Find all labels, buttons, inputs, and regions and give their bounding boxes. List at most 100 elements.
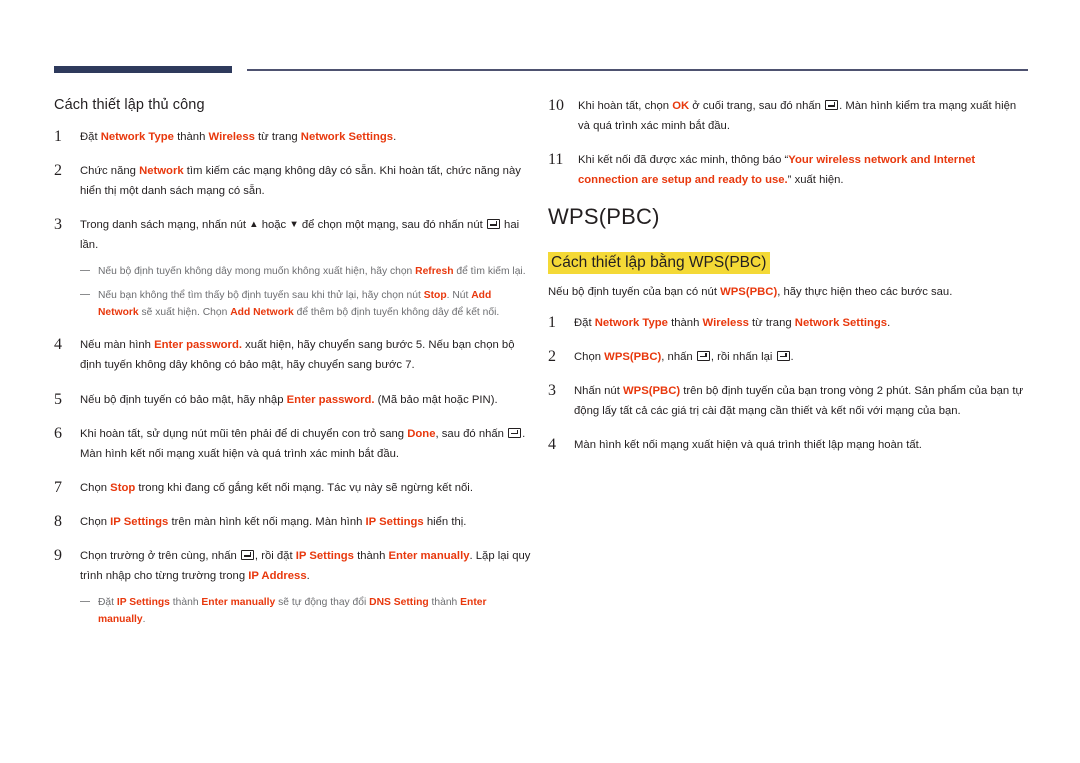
step-text: Chọn WPS(PBC), nhấn , rồi nhấn lại .: [574, 350, 794, 363]
step-number: 11: [548, 151, 564, 169]
note-list: Nếu bộ định tuyến không dây mong muốn kh…: [80, 264, 534, 321]
step-item: 10 Khi hoàn tất, chọn OK ở cuối trang, sa…: [548, 96, 1028, 136]
step-text: Khi hoàn tất, sử dụng nút mũi tên phải đ…: [80, 427, 526, 460]
keyword-text: Refresh: [415, 266, 454, 278]
highlighted-section-heading: Cách thiết lập bằng WPS(PBC): [548, 251, 771, 275]
left-step-list: 1 Đặt Network Type thành Wireless từ tran…: [54, 127, 534, 629]
keyword-text: WPS(PBC): [604, 350, 662, 363]
step-item: 4 Màn hình kết nối mạng xuất hiện và quá …: [548, 435, 1028, 455]
keyword-text: IP Settings: [116, 597, 170, 609]
highlight-heading-wrap: Cách thiết lập bằng WPS(PBC): [548, 251, 1028, 284]
keyword-text: IP Settings: [365, 515, 424, 528]
note-text: Đặt IP Settings thành Enter manually sẽ …: [98, 597, 487, 625]
step-number: 2: [548, 347, 556, 365]
step-text: Khi kết nối đã được xác minh, thông báo …: [578, 154, 976, 187]
step-item: 7 Chọn Stop trong khi đang cố gắng kết nố…: [54, 478, 534, 498]
note-item: Đặt IP Settings thành Enter manually sẽ …: [80, 595, 534, 628]
dash-bullet-icon: [80, 293, 90, 295]
keyword-text: Network: [139, 164, 184, 177]
keyword-text: Enter manually: [388, 549, 470, 562]
keyword-text: OK: [672, 100, 690, 112]
document-page: Cách thiết lập thủ công 1 Đặt Network Typ…: [0, 0, 1080, 763]
lead-paragraph: Nếu bộ định tuyến của bạn có nút WPS(PBC…: [548, 286, 953, 299]
enter-key-icon: [825, 100, 839, 110]
arrow-down-icon: ▼: [289, 219, 299, 231]
left-column: Cách thiết lập thủ công 1 Đặt Network Typ…: [54, 96, 534, 643]
step-item: 5 Nếu bộ định tuyến có bảo mật, hãy nhập …: [54, 390, 534, 410]
right-step-list: 1 Đặt Network Type thành Wireless từ tran…: [548, 313, 1028, 455]
enter-key-icon: [776, 350, 790, 361]
keyword-text: Enter password.: [154, 339, 242, 352]
step-text: Nếu bộ định tuyến có bảo mật, hãy nhập E…: [80, 393, 498, 406]
enter-key-icon: [508, 427, 522, 438]
note-text: Nếu bạn không thể tìm thấy bộ định tuyến…: [98, 289, 500, 318]
keyword-text: IP Settings: [110, 515, 169, 528]
header-rule-thick: [54, 66, 232, 73]
step-number: 3: [54, 216, 62, 234]
keyword-text: Done: [407, 427, 436, 440]
keyword-text: Network Settings: [794, 316, 888, 329]
step-item: 3 Trong danh sách mạng, nhấn nút ▲ hoặc ▼…: [54, 215, 534, 321]
step-number: 6: [54, 424, 62, 442]
step-number: 9: [54, 546, 62, 564]
step-text: Chức năng Network tìm kiếm các mạng khôn…: [80, 164, 521, 198]
step-number: 8: [54, 512, 62, 530]
keyword-text: Your wireless network and Internet conne…: [578, 154, 976, 187]
step-text: Đặt Network Type thành Wireless từ trang…: [574, 316, 891, 329]
keyword-text: Wireless: [702, 316, 749, 329]
header-rule-thin: [247, 69, 1028, 71]
keyword-text: Stop: [423, 289, 447, 301]
note-list: Đặt IP Settings thành Enter manually sẽ …: [80, 595, 534, 628]
left-section-heading: Cách thiết lập thủ công: [54, 97, 205, 113]
keyword-text: WPS(PBC): [623, 384, 681, 397]
right-column: 10 Khi hoàn tất, chọn OK ở cuối trang, sa…: [548, 96, 1028, 469]
step-item: 9 Chọn trường ở trên cùng, nhấn , rồi đặt…: [54, 546, 534, 629]
step-text: Đặt Network Type thành Wireless từ trang…: [80, 130, 397, 143]
note-text: Nếu bộ định tuyến không dây mong muốn kh…: [98, 266, 526, 278]
keyword-text: IP Address: [248, 570, 307, 583]
arrow-up-icon: ▲: [249, 219, 259, 231]
step-text: Trong danh sách mạng, nhấn nút ▲ hoặc ▼ …: [80, 219, 520, 252]
step-number: 5: [54, 390, 62, 408]
note-item: Nếu bạn không thể tìm thấy bộ định tuyến…: [80, 288, 534, 321]
keyword-text: IP Settings: [295, 549, 354, 562]
step-number: 4: [548, 435, 556, 453]
step-text: Màn hình kết nối mạng xuất hiện và quá t…: [574, 438, 922, 451]
page-title: WPS(PBC): [548, 204, 660, 230]
continued-step-list: 10 Khi hoàn tất, chọn OK ở cuối trang, sa…: [548, 96, 1028, 190]
step-number: 1: [54, 127, 62, 145]
keyword-text: Wireless: [208, 130, 255, 143]
keyword-text: WPS(PBC): [720, 286, 778, 299]
step-item: 2 Chọn WPS(PBC), nhấn , rồi nhấn lại .: [548, 347, 1028, 367]
step-item: 4 Nếu màn hình Enter password. xuất hiện,…: [54, 335, 534, 375]
enter-key-icon: [486, 219, 500, 230]
enter-key-icon: [240, 549, 254, 560]
step-text: Khi hoàn tất, chọn OK ở cuối trang, sau …: [578, 100, 1017, 133]
keyword-text: Network Type: [594, 316, 668, 329]
step-number: 7: [54, 478, 62, 496]
dash-bullet-icon: [80, 601, 90, 603]
keyword-text: Stop: [110, 481, 136, 494]
step-item: 11 Khi kết nối đã được xác minh, thông bá…: [548, 150, 1028, 190]
enter-key-icon: [696, 350, 710, 361]
step-item: 3 Nhấn nút WPS(PBC) trên bộ định tuyến củ…: [548, 381, 1028, 421]
keyword-text: Enter password.: [286, 393, 375, 406]
step-item: 1 Đặt Network Type thành Wireless từ tran…: [548, 313, 1028, 333]
keyword-text: Add Network: [230, 306, 294, 318]
step-item: 6 Khi hoàn tất, sử dụng nút mũi tên phải …: [54, 424, 534, 464]
step-number: 10: [548, 97, 564, 114]
step-item: 2 Chức năng Network tìm kiếm các mạng khô…: [54, 161, 534, 201]
keyword-text: Enter manually: [201, 597, 276, 609]
step-number: 2: [54, 161, 62, 179]
step-item: 8 Chọn IP Settings trên màn hình kết nối …: [54, 512, 534, 532]
keyword-text: Network Type: [100, 130, 174, 143]
step-number: 3: [548, 381, 556, 399]
step-item: 1 Đặt Network Type thành Wireless từ tran…: [54, 127, 534, 147]
step-number: 1: [548, 313, 556, 331]
step-text: Chọn trường ở trên cùng, nhấn , rồi đặt …: [80, 549, 531, 583]
keyword-text: DNS Setting: [369, 597, 429, 609]
note-item: Nếu bộ định tuyến không dây mong muốn kh…: [80, 264, 534, 281]
step-text: Chọn IP Settings trên màn hình kết nối m…: [80, 515, 467, 528]
step-text: Nếu màn hình Enter password. xuất hiện, …: [80, 339, 515, 372]
dash-bullet-icon: [80, 270, 90, 272]
